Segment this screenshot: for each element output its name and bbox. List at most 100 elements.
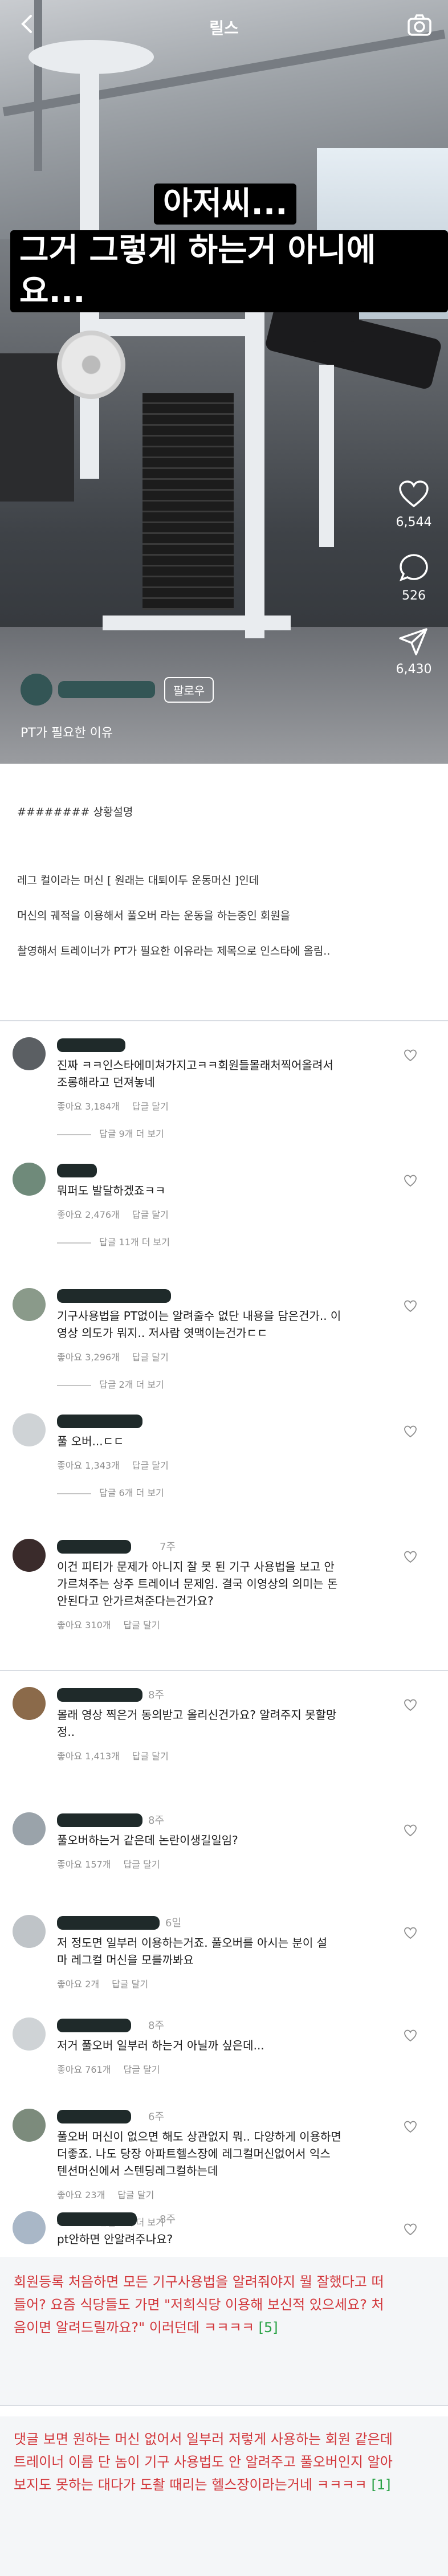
- comment-text-line: 저 정도면 일부러 이용하는거죠. 풀오버를 아시는 분이 설: [57, 1936, 328, 1950]
- comment-like-count[interactable]: 좋아요 3,184개: [57, 1101, 120, 1112]
- comment-text: 풀오버 머신이 없으면 해도 상관없지 뭐.. 다양하게 이용하면 더좋죠. 나도…: [57, 2128, 399, 2179]
- comment-time: 8주: [148, 1689, 165, 1701]
- reply-button[interactable]: 답글 달기: [132, 1352, 169, 1363]
- reply-button[interactable]: 답글 달기: [124, 1859, 160, 1870]
- view-replies-label: 답글 2개 더 보기: [99, 1379, 164, 1390]
- comment-text: 이건 피티가 문제가 아니지 잘 못 된 기구 사용법을 보고 안 가르쳐주는 상…: [57, 1558, 399, 1609]
- comment-like-count[interactable]: 좋아요 1,343개: [57, 1460, 120, 1471]
- avatar[interactable]: [13, 2017, 46, 2051]
- username-redacted[interactable]: [57, 1415, 142, 1428]
- comment-action[interactable]: 526: [385, 552, 442, 603]
- comment-text: 풀 오버...ㄷㄷ: [57, 1433, 399, 1450]
- like-count: 6,544: [396, 515, 432, 529]
- comment-text-line: pt안하면 안알려주나요?: [57, 2232, 173, 2246]
- comment-like-count[interactable]: 좋아요 761개: [57, 2064, 111, 2075]
- comment-text-line: 풀오버 머신이 없으면 해도 상관없지 뭐.. 다양하게 이용하면: [57, 2130, 341, 2143]
- reply-button[interactable]: 답글 달기: [112, 1979, 148, 1990]
- comment-text-line: 저거 풀오버 일부러 하는거 아닐까 싶은데...: [57, 2039, 264, 2052]
- comment-time: 8주: [148, 2020, 165, 2032]
- username-redacted[interactable]: [57, 1688, 142, 1702]
- reply-button[interactable]: 답글 달기: [124, 1620, 160, 1631]
- heart-icon[interactable]: [404, 1698, 417, 1712]
- avatar[interactable]: [13, 1288, 46, 1321]
- heart-icon[interactable]: [404, 2223, 417, 2236]
- comment-like-count[interactable]: 좋아요 157개: [57, 1859, 111, 1870]
- comment-text-line: 안된다고 안가르쳐준다는건가요?: [57, 1594, 214, 1608]
- comment-like-count[interactable]: 좋아요 3,296개: [57, 1352, 120, 1363]
- reply-button[interactable]: 답글 달기: [132, 1460, 169, 1471]
- comment-like-count[interactable]: 좋아요 2,476개: [57, 1209, 120, 1220]
- like-action[interactable]: 6,544: [385, 479, 442, 529]
- comment-time: 8주: [148, 1815, 165, 1827]
- reel-side-actions: 6,544 526 6,430: [385, 479, 442, 699]
- comment-text-line: 풀오버하는거 같은데 논란이생길일임?: [57, 1833, 238, 1847]
- reply-dash: [57, 1384, 91, 1386]
- reply-button[interactable]: 답글 달기: [132, 1101, 169, 1112]
- avatar[interactable]: [13, 1539, 46, 1572]
- reply-button[interactable]: 답글 달기: [124, 2064, 160, 2075]
- avatar[interactable]: [13, 2211, 46, 2244]
- reel-top-bar: 릴스: [0, 0, 448, 51]
- username-redacted[interactable]: [58, 681, 155, 698]
- avatar[interactable]: [13, 1812, 46, 1845]
- heart-icon[interactable]: [404, 1425, 417, 1438]
- username-redacted[interactable]: [57, 2110, 131, 2123]
- view-replies-link[interactable]: 답글 9개 더 보기: [57, 1126, 164, 1140]
- comment-text-line: 정..: [57, 1725, 75, 1739]
- comment-like-count[interactable]: 좋아요 23개: [57, 2190, 105, 2200]
- note-count: [1]: [371, 2477, 391, 2493]
- comment-like-count[interactable]: 좋아요 2개: [57, 1979, 99, 1990]
- comment-text-line: 영상 의도가 뭐지.. 저사람 엿맥이는건가ㄷㄷ: [57, 1326, 268, 1340]
- reel-video[interactable]: 릴스 아저씨... 그거 그렇게 하는거 아니에요... 6,544 526 6…: [0, 0, 448, 764]
- heart-icon[interactable]: [398, 479, 430, 511]
- comment-time: 6주: [148, 2111, 165, 2123]
- username-redacted[interactable]: [57, 1289, 171, 1303]
- avatar[interactable]: [13, 1413, 46, 1446]
- comment-text-line: 뭐퍼도 발달하겠죠ㅋㅋ: [57, 1184, 166, 1197]
- share-count: 6,430: [396, 662, 432, 676]
- comment-text-line: 풀 오버...ㄷㄷ: [57, 1434, 124, 1448]
- heart-icon[interactable]: [404, 1174, 417, 1188]
- username-redacted[interactable]: [57, 1813, 142, 1827]
- avatar[interactable]: [13, 1915, 46, 1948]
- avatar[interactable]: [13, 2109, 46, 2142]
- heart-icon[interactable]: [404, 2029, 417, 2043]
- username-redacted[interactable]: [57, 1540, 131, 1554]
- heart-icon[interactable]: [404, 1550, 417, 1564]
- username-redacted[interactable]: [57, 1164, 97, 1177]
- reel-user-row: 팔로우: [21, 672, 214, 707]
- view-replies-link[interactable]: 답글 2개 더 보기: [57, 1377, 164, 1391]
- username-redacted[interactable]: [57, 1916, 160, 1930]
- username-redacted[interactable]: [57, 2019, 131, 2032]
- comment-meta: 좋아요 3,296개 답글 달기: [57, 1350, 181, 1363]
- username-redacted[interactable]: [57, 2212, 137, 2226]
- comment-like-count[interactable]: 좋아요 1,413개: [57, 1751, 120, 1762]
- comment-like-count[interactable]: 좋아요 310개: [57, 1620, 111, 1631]
- avatar[interactable]: [13, 1163, 46, 1196]
- share-action[interactable]: 6,430: [385, 626, 442, 676]
- view-replies-link[interactable]: 답글 11개 더 보기: [57, 1234, 170, 1248]
- view-replies-label: 답글 6개 더 보기: [99, 1487, 164, 1498]
- reply-button[interactable]: 답글 달기: [117, 2190, 154, 2200]
- heart-icon[interactable]: [404, 1299, 417, 1313]
- username-redacted[interactable]: [57, 1038, 125, 1052]
- heart-icon[interactable]: [404, 1824, 417, 1837]
- view-replies-link[interactable]: 답글 6개 더 보기: [57, 1485, 164, 1499]
- reply-button[interactable]: 답글 달기: [132, 1751, 169, 1762]
- camera-icon[interactable]: [406, 11, 433, 39]
- heart-icon[interactable]: [404, 1926, 417, 1940]
- reel-caption: PT가 필요한 이유: [21, 726, 113, 740]
- avatar[interactable]: [21, 674, 52, 706]
- heart-icon[interactable]: [404, 1049, 417, 1062]
- avatar[interactable]: [13, 1687, 46, 1720]
- share-icon[interactable]: [398, 626, 430, 658]
- follow-button[interactable]: 팔로우: [164, 676, 214, 703]
- heart-icon[interactable]: [404, 2120, 417, 2134]
- comment-text: pt안하면 안알려주나요?: [57, 2231, 399, 2248]
- comment-meta: 좋아요 2,476개 답글 달기: [57, 1207, 181, 1221]
- avatar[interactable]: [13, 1037, 46, 1070]
- reply-button[interactable]: 답글 달기: [132, 1209, 169, 1220]
- comment-text-line: 텐션머신에서 스텐딩레그컬하는데: [57, 2164, 218, 2178]
- comment-icon[interactable]: [398, 552, 430, 584]
- comment-meta: 좋아요 157개 답글 달기: [57, 1857, 172, 1870]
